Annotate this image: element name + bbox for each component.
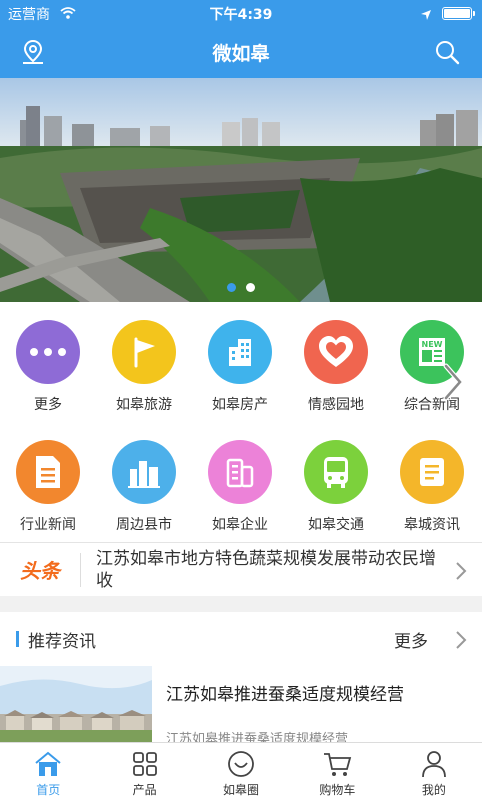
carousel-indicator xyxy=(0,283,482,292)
chevron-right-icon[interactable] xyxy=(440,362,464,402)
tab-label: 首页 xyxy=(36,783,61,797)
grid-item-realestate[interactable]: 如皋房产 xyxy=(192,320,288,414)
tab-label: 如皋圈 xyxy=(223,783,260,797)
chevron-right-icon xyxy=(455,561,467,585)
bus-icon xyxy=(304,440,368,504)
company-icon xyxy=(208,440,272,504)
search-button[interactable] xyxy=(432,37,462,67)
tab-mine[interactable]: 我的 xyxy=(386,743,482,806)
city-icon xyxy=(112,440,176,504)
news-thumbnail xyxy=(0,666,152,752)
clock: 下午4:39 xyxy=(209,7,273,23)
grid-icon xyxy=(96,749,192,779)
smile-icon xyxy=(193,749,289,779)
divider xyxy=(80,553,81,587)
grid-item-label: 如皋旅游 xyxy=(116,397,172,413)
grid-item-emotion[interactable]: 情感园地 xyxy=(288,320,384,414)
news-title: 江苏如皋推进蚕桑适度规模经营 xyxy=(166,685,404,705)
tab-label: 我的 xyxy=(421,783,446,797)
accent-bar xyxy=(16,631,19,647)
recommended-header: 推荐资讯 更多 xyxy=(0,612,482,666)
home-icon xyxy=(0,749,96,779)
tab-label: 产品 xyxy=(132,783,157,797)
carousel-dot[interactable] xyxy=(227,283,236,292)
category-grid: 更多 如皋旅游 如皋房产 情感园地 NEW 综合新闻 行业新闻 周边县市 如皋企… xyxy=(0,302,482,542)
nav-bar: 微如皋 xyxy=(0,26,482,78)
headline-tag: 头条 xyxy=(20,559,60,583)
more-icon xyxy=(16,320,80,384)
grid-item-general-news[interactable]: NEW 综合新闻 xyxy=(384,320,480,414)
flag-icon xyxy=(112,320,176,384)
status-bar: 运营商 下午4:39 xyxy=(0,0,482,26)
battery-icon xyxy=(442,7,475,20)
section-divider xyxy=(0,596,482,612)
heart-icon xyxy=(304,320,368,384)
grid-item-label: 如皋企业 xyxy=(212,517,268,533)
tab-label: 购物车 xyxy=(319,783,356,797)
grid-item-city-info[interactable]: 皋城资讯 xyxy=(384,440,480,534)
grid-item-industry-news[interactable]: 行业新闻 xyxy=(0,440,96,534)
svg-text:NEW: NEW xyxy=(422,340,443,349)
location-arrow-icon xyxy=(420,6,432,25)
chevron-right-icon[interactable] xyxy=(455,630,467,654)
banner-carousel[interactable] xyxy=(0,78,482,302)
document-icon xyxy=(16,440,80,504)
search-icon xyxy=(436,41,460,65)
grid-item-label: 如皋房产 xyxy=(212,397,268,413)
grid-item-tourism[interactable]: 如皋旅游 xyxy=(96,320,192,414)
banner-image xyxy=(0,78,482,302)
tab-home[interactable]: 首页 xyxy=(0,743,96,806)
headline-text: 江苏如皋市地方特色蔬菜规模发展带动农民增收 xyxy=(96,549,436,591)
grid-item-label: 如皋交通 xyxy=(308,517,364,533)
grid-item-label: 情感园地 xyxy=(308,397,364,413)
grid-item-nearby-cities[interactable]: 周边县市 xyxy=(96,440,192,534)
carousel-dot[interactable] xyxy=(246,283,255,292)
grid-item-label: 综合新闻 xyxy=(404,397,460,413)
tab-circle[interactable]: 如皋圈 xyxy=(193,743,289,806)
page-title: 微如皋 xyxy=(212,43,270,65)
tab-bar: 首页 产品 如皋圈 购物车 我的 xyxy=(0,742,482,806)
grid-item-enterprises[interactable]: 如皋企业 xyxy=(192,440,288,534)
grid-item-label: 行业新闻 xyxy=(20,517,76,533)
grid-item-label: 更多 xyxy=(34,397,62,413)
grid-item-more[interactable]: 更多 xyxy=(0,320,96,414)
headline-banner[interactable]: 头条 江苏如皋市地方特色蔬菜规模发展带动农民增收 xyxy=(0,542,482,596)
news-list-item[interactable]: 江苏如皋推进蚕桑适度规模经营 江苏如皋推进蚕桑适度规模经营 xyxy=(0,666,482,752)
tab-cart[interactable]: 购物车 xyxy=(289,743,385,806)
user-icon xyxy=(386,749,482,779)
grid-item-label: 皋城资讯 xyxy=(404,517,460,533)
tab-products[interactable]: 产品 xyxy=(96,743,192,806)
more-link[interactable]: 更多 xyxy=(394,627,428,652)
grid-item-label: 周边县市 xyxy=(116,517,172,533)
cart-icon xyxy=(289,749,385,779)
info-icon xyxy=(400,440,464,504)
building-icon xyxy=(208,320,272,384)
section-title: 推荐资讯 xyxy=(28,632,96,652)
grid-item-traffic[interactable]: 如皋交通 xyxy=(288,440,384,534)
